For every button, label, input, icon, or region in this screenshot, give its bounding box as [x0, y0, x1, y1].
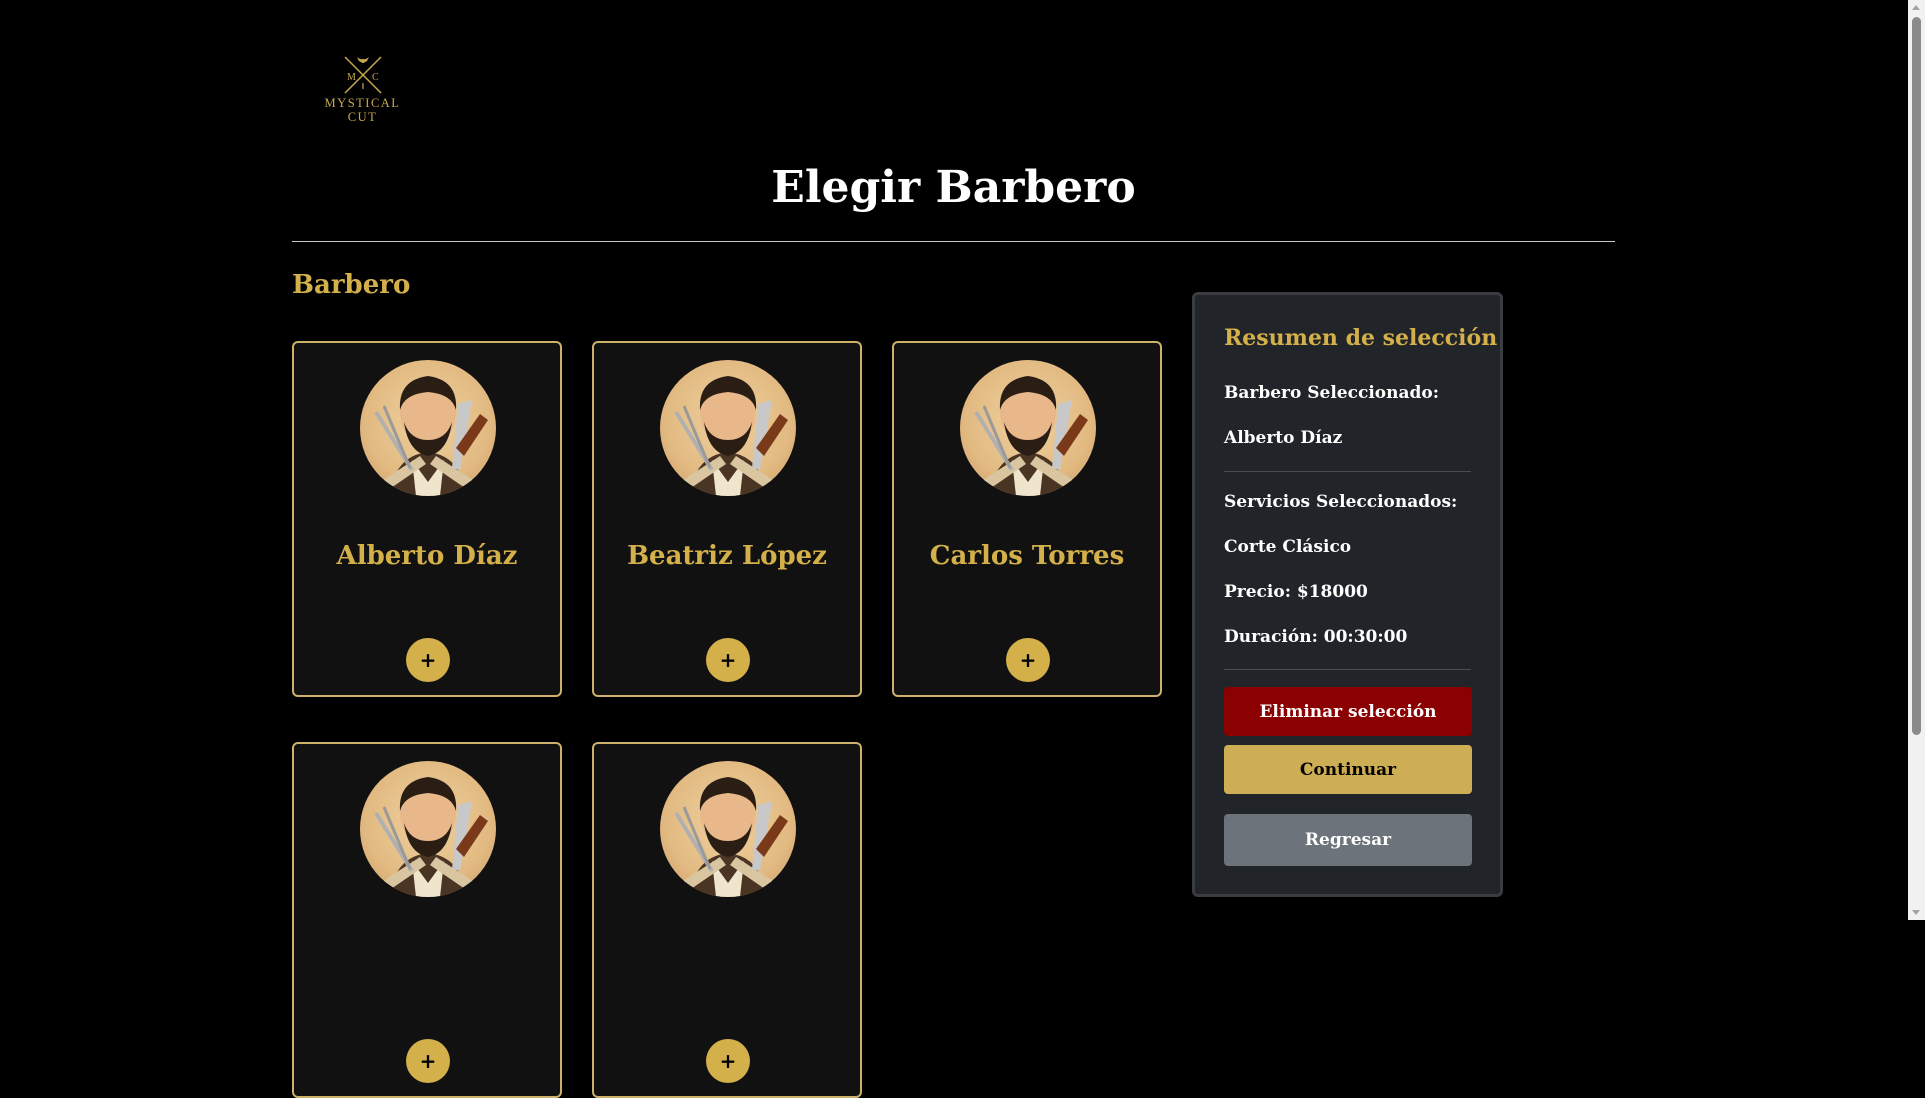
- add-barber-button[interactable]: +: [706, 638, 750, 682]
- barber-name: Carlos Torres: [929, 541, 1125, 571]
- barber-portrait-icon: [674, 376, 788, 496]
- page-scrollbar[interactable]: [1908, 0, 1925, 920]
- service-duration: Duración: 00:30:00: [1224, 627, 1408, 647]
- brand-logo[interactable]: M C MYSTICAL CUT: [320, 55, 405, 131]
- title-divider: [292, 241, 1615, 242]
- section-title: Barbero: [292, 270, 411, 300]
- barber-portrait-icon: [974, 376, 1088, 496]
- add-barber-button[interactable]: +: [406, 1039, 450, 1083]
- logo-text-line2: CUT: [347, 110, 378, 124]
- scroll-up-icon[interactable]: [1912, 5, 1920, 10]
- scroll-down-icon[interactable]: [1912, 910, 1920, 915]
- back-button[interactable]: Regresar: [1224, 814, 1472, 866]
- summary-divider: [1224, 471, 1471, 472]
- selected-barber-label: Barbero Seleccionado:: [1224, 383, 1439, 403]
- service-price: Precio: $18000: [1224, 582, 1368, 602]
- summary-title: Resumen de selección: [1224, 325, 1498, 351]
- selected-service-name: Corte Clásico: [1224, 537, 1352, 557]
- barber-avatar: [660, 761, 796, 897]
- add-barber-button[interactable]: +: [406, 638, 450, 682]
- barber-card[interactable]: Carlos Torres +: [892, 341, 1162, 697]
- logo-monogram-left: M: [347, 72, 356, 83]
- logo-monogram-right: C: [372, 72, 379, 83]
- barber-name: Beatriz López: [627, 541, 827, 571]
- add-barber-button[interactable]: +: [1006, 638, 1050, 682]
- summary-divider: [1224, 669, 1471, 670]
- barber-name: Alberto Díaz: [336, 541, 518, 571]
- barber-avatar: [960, 360, 1096, 496]
- crossed-blades-icon: M C: [343, 56, 382, 94]
- selected-services-label: Servicios Seleccionados:: [1224, 492, 1458, 512]
- selected-barber-value: Alberto Díaz: [1224, 428, 1343, 448]
- page-title: Elegir Barbero: [771, 162, 1136, 213]
- barber-portrait-icon: [374, 376, 488, 496]
- barber-avatar: [360, 761, 496, 897]
- add-barber-button[interactable]: +: [706, 1039, 750, 1083]
- continue-button[interactable]: Continuar: [1224, 745, 1472, 794]
- barber-card[interactable]: Alberto Díaz +: [292, 341, 562, 697]
- barber-portrait-icon: [674, 777, 788, 897]
- scrollbar-thumb[interactable]: [1912, 17, 1921, 735]
- barber-avatar: [360, 360, 496, 496]
- barber-card[interactable]: Beatriz López +: [592, 341, 862, 697]
- barber-card[interactable]: +: [292, 742, 562, 1098]
- barber-avatar: [660, 360, 796, 496]
- delete-selection-button[interactable]: Eliminar selección: [1224, 687, 1472, 736]
- logo-text-line1: MYSTICAL: [324, 96, 401, 110]
- barber-portrait-icon: [374, 777, 488, 897]
- selection-summary-panel: Resumen de selección Barbero Seleccionad…: [1192, 292, 1503, 897]
- barber-card[interactable]: +: [592, 742, 862, 1098]
